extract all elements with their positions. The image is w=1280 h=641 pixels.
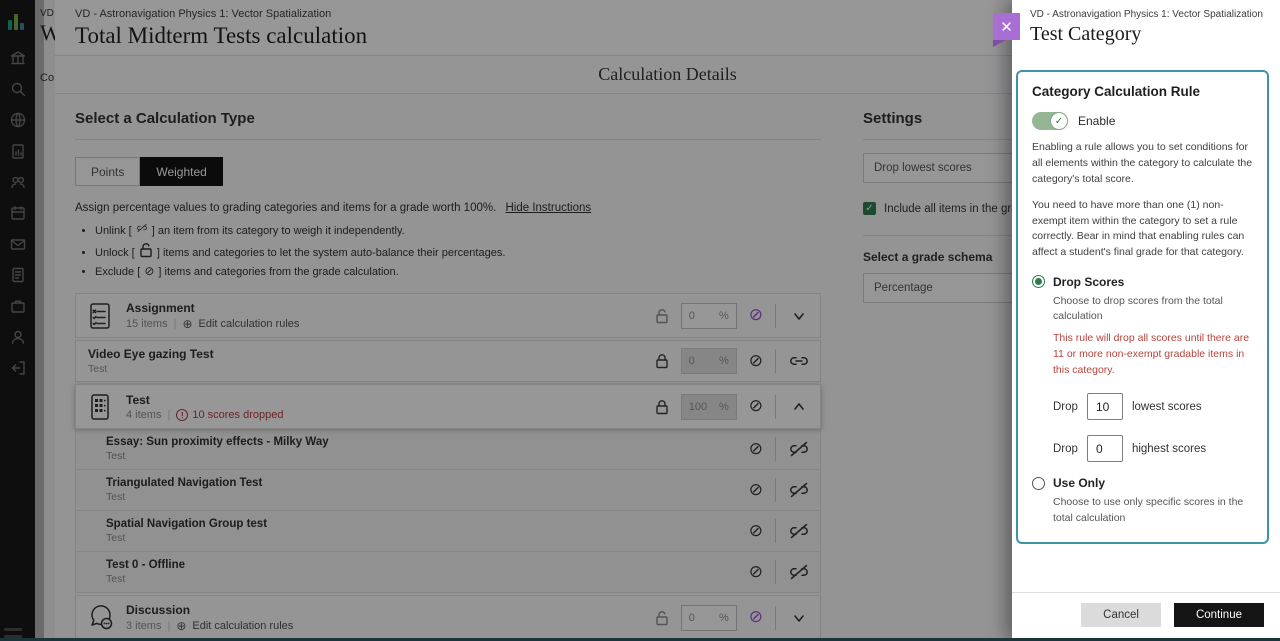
drop-scores-radio-row[interactable]: Drop Scores [1032,275,1253,289]
radio-selected-icon[interactable] [1032,275,1045,288]
enable-toggle[interactable]: ✓ [1032,112,1068,130]
radio-unselected-icon[interactable] [1032,477,1045,490]
cancel-button[interactable]: Cancel [1081,603,1161,627]
rule-paragraph-1: Enabling a rule allows you to set condit… [1032,140,1253,187]
use-only-radio-row[interactable]: Use Only [1032,476,1253,490]
panel-header: VD - Astronavigation Physics 1: Vector S… [1012,0,1280,52]
panel-footer: Cancel Continue [1012,592,1280,638]
drop-input-row: Drop0highest scores [1053,435,1253,462]
drop-scores-label: Drop Scores [1053,275,1124,289]
test-category-panel: ✕ VD - Astronavigation Physics 1: Vector… [1012,0,1280,641]
toggle-check-icon: ✓ [1051,113,1067,129]
category-calculation-rule-box: Category Calculation Rule ✓ Enable Enabl… [1016,70,1269,544]
drop-count-input[interactable]: 0 [1087,435,1123,462]
continue-button[interactable]: Continue [1174,603,1264,627]
screen: VD W Co VD - Astronavigation Physics 1: … [0,0,1280,641]
drop-scores-desc: Choose to drop scores from the total cal… [1053,294,1253,324]
enable-toggle-label: Enable [1078,114,1115,128]
panel-breadcrumb: VD - Astronavigation Physics 1: Vector S… [1030,9,1266,20]
drop-count-input[interactable]: 10 [1087,393,1123,420]
close-icon[interactable]: ✕ [993,13,1020,40]
drop-input-row: Drop10lowest scores [1053,393,1253,420]
rule-paragraph-2: You need to have more than one (1) non-e… [1032,198,1253,261]
drop-score-inputs: Drop10lowest scores Drop0highest scores [1032,393,1253,462]
panel-title: Test Category [1030,23,1266,46]
use-only-label: Use Only [1053,476,1105,490]
rule-box-heading: Category Calculation Rule [1032,84,1253,99]
drop-scores-warning: This rule will drop all scores until the… [1053,331,1253,378]
use-only-desc: Choose to use only specific scores in th… [1053,495,1253,525]
